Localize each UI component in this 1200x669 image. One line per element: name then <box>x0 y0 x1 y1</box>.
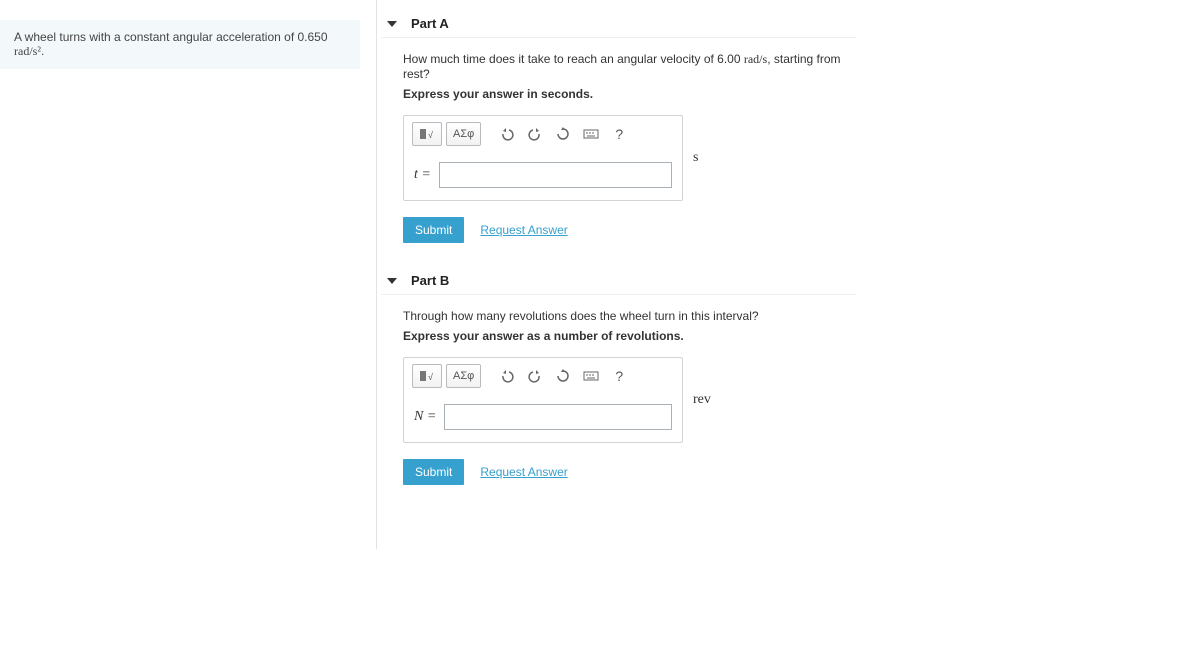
part-b-instruction: Express your answer as a number of revol… <box>403 329 856 343</box>
svg-text:√: √ <box>428 130 433 140</box>
templates-icon[interactable]: √ <box>412 122 442 146</box>
help-icon[interactable]: ? <box>607 364 631 388</box>
problem-statement: A wheel turns with a constant angular ac… <box>0 20 360 69</box>
part-b-toolbar: √ ΑΣφ <box>404 358 682 394</box>
part-a-request-answer[interactable]: Request Answer <box>480 223 567 237</box>
redo-icon[interactable] <box>523 122 547 146</box>
part-b-input[interactable] <box>444 404 672 430</box>
help-icon[interactable]: ? <box>607 122 631 146</box>
problem-text-post: . <box>41 44 44 58</box>
keyboard-icon[interactable] <box>579 122 603 146</box>
part-a-question: How much time does it take to reach an a… <box>403 52 856 81</box>
undo-icon[interactable] <box>495 364 519 388</box>
part-a-title: Part A <box>411 16 449 31</box>
symbols-button[interactable]: ΑΣφ <box>446 364 481 388</box>
part-b-answer-box: √ ΑΣφ <box>403 357 683 443</box>
part-a-variable: t = <box>414 167 431 183</box>
part-b-variable: N = <box>414 409 436 425</box>
part-a-toolbar: √ ΑΣφ <box>404 116 682 152</box>
part-a-instruction: Express your answer in seconds. <box>403 87 856 101</box>
part-a-header[interactable]: Part A <box>381 10 856 38</box>
part-b-question: Through how many revolutions does the wh… <box>403 309 856 323</box>
part-a-unit: s <box>693 150 698 166</box>
keyboard-icon[interactable] <box>579 364 603 388</box>
part-b-header[interactable]: Part B <box>381 267 856 295</box>
problem-text-pre: A wheel turns with a constant angular ac… <box>14 30 328 44</box>
svg-text:√: √ <box>428 372 433 382</box>
templates-icon[interactable]: √ <box>412 364 442 388</box>
part-b-title: Part B <box>411 273 449 288</box>
problem-unit: rad/s² <box>14 44 41 58</box>
part-a-submit-button[interactable]: Submit <box>403 217 464 243</box>
chevron-down-icon <box>387 21 397 27</box>
reset-icon[interactable] <box>551 122 575 146</box>
part-b-unit: rev <box>693 392 711 408</box>
undo-icon[interactable] <box>495 122 519 146</box>
part-b-submit-button[interactable]: Submit <box>403 459 464 485</box>
symbols-button[interactable]: ΑΣφ <box>446 122 481 146</box>
part-a-input[interactable] <box>439 162 672 188</box>
part-b-request-answer[interactable]: Request Answer <box>480 465 567 479</box>
reset-icon[interactable] <box>551 364 575 388</box>
redo-icon[interactable] <box>523 364 547 388</box>
part-a-answer-box: √ ΑΣφ <box>403 115 683 201</box>
chevron-down-icon <box>387 278 397 284</box>
